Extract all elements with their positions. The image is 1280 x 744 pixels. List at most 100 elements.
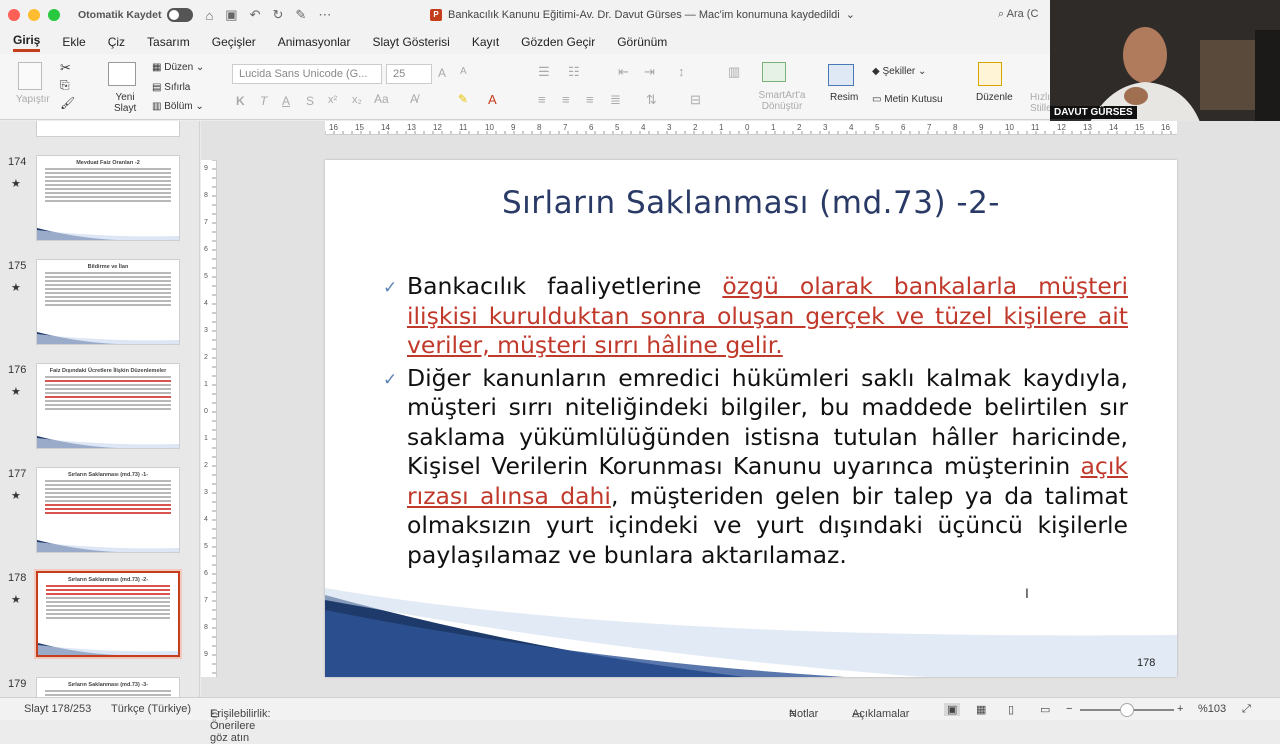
tab-4[interactable]: Geçişler xyxy=(212,35,256,49)
paste-button[interactable]: Yapıştır xyxy=(16,94,50,105)
tab-3[interactable]: Tasarım xyxy=(147,35,190,49)
align-left-icon[interactable]: ≡ xyxy=(538,92,546,107)
tab-7[interactable]: Kayıt xyxy=(472,35,499,49)
underline-icon[interactable]: A xyxy=(282,94,290,108)
search-box[interactable]: ⌕ Ara (C xyxy=(998,8,1038,21)
normal-view-icon[interactable]: ▣ xyxy=(944,703,961,716)
tab-2[interactable]: Çiz xyxy=(108,35,125,49)
thumbnail-text-line xyxy=(45,168,171,170)
tab-8[interactable]: Gözden Geçir xyxy=(521,35,595,49)
home-icon[interactable]: ⌂ xyxy=(205,8,213,23)
shrink-font-icon[interactable]: A xyxy=(460,66,467,77)
svg-text:12: 12 xyxy=(1057,123,1066,132)
picture-button[interactable]: Resim xyxy=(830,92,858,103)
quick-styles-button[interactable]: Hızlı Stiller xyxy=(1030,92,1050,114)
font-size-select[interactable]: 25 xyxy=(386,64,432,84)
slide-thumbnail[interactable]: Sırların Saklanması (md.73) -3- xyxy=(36,677,180,697)
tab-6[interactable]: Slayt Gösterisi xyxy=(372,35,449,49)
thumbnail-title: Sırların Saklanması (md.73) -1- xyxy=(67,472,149,478)
picture-icon[interactable] xyxy=(828,64,854,86)
format-painter-brush-icon[interactable]: 🖌 xyxy=(60,96,75,110)
smartart-icon[interactable] xyxy=(762,62,786,82)
bullets-icon[interactable]: ☰ xyxy=(538,64,550,80)
redo-icon[interactable]: ↻ xyxy=(273,7,284,23)
decorative-wave xyxy=(325,588,1177,677)
tab-0[interactable]: Giriş xyxy=(13,33,41,52)
save-icon[interactable]: ▣ xyxy=(225,7,237,23)
font-family-select[interactable]: Lucida Sans Unicode (G... xyxy=(232,64,382,84)
undo-icon[interactable]: ↶ xyxy=(250,7,261,23)
superscript-icon[interactable]: x² xyxy=(328,94,337,106)
change-case-icon[interactable]: Aa xyxy=(374,92,389,106)
numbering-icon[interactable]: ☷ xyxy=(568,64,580,80)
tab-1[interactable]: Ekle xyxy=(62,35,85,49)
autosave-toggle[interactable] xyxy=(167,8,194,22)
bold-icon[interactable]: K xyxy=(236,94,245,108)
slide-canvas[interactable]: Sırların Saklanması (md.73) -2- ✓ Bankacı… xyxy=(325,160,1177,677)
increase-indent-icon[interactable]: ⇥ xyxy=(644,64,655,80)
thumbnail-text-line xyxy=(45,200,171,202)
slide-thumbnail[interactable]: Sırların Saklanması (md.73) -2- xyxy=(36,571,180,657)
slide-title[interactable]: Sırların Saklanması (md.73) -2- xyxy=(325,185,1177,221)
svg-text:14: 14 xyxy=(381,123,390,132)
reset-button[interactable]: ▤ Sıfırla xyxy=(152,82,190,93)
slide-thumbnail[interactable]: Sırların Saklanması (md.73) -1- xyxy=(36,467,180,553)
new-slide-button[interactable]: Yeni Slayt xyxy=(114,92,136,114)
thumbnail-partial[interactable] xyxy=(36,121,180,137)
language-indicator[interactable]: Türkçe (Türkiye) xyxy=(111,703,191,715)
slide-thumbnail[interactable]: Mevduat Faiz Oranları -2 xyxy=(36,155,180,241)
close-window-button[interactable] xyxy=(8,9,20,21)
copy-icon[interactable]: ⎘ xyxy=(60,78,70,93)
svg-text:0: 0 xyxy=(745,123,750,132)
slide-thumbnail[interactable]: Bildirme ve İlan xyxy=(36,259,180,345)
new-slide-icon[interactable] xyxy=(108,62,136,86)
text-direction-icon[interactable]: ⇅ xyxy=(646,92,657,108)
align-text-icon[interactable]: ⊟ xyxy=(690,92,701,108)
svg-text:5: 5 xyxy=(204,273,208,280)
grow-font-icon[interactable]: A xyxy=(438,66,446,80)
text-cursor-icon: I xyxy=(1025,585,1029,601)
thumbnail-number: 174 xyxy=(8,156,27,168)
slide-thumbnail[interactable]: Faiz Dışındaki Ücretlere İlişkin Düzenle… xyxy=(36,363,180,449)
clear-format-icon[interactable]: A̸ xyxy=(410,92,418,106)
smartart-button[interactable]: SmartArt'a Dönüştür xyxy=(752,90,812,112)
fit-to-window-icon[interactable]: ⤢ xyxy=(1242,703,1251,716)
paste-icon[interactable] xyxy=(18,62,42,90)
line-spacing-icon[interactable]: ↕ xyxy=(678,64,685,79)
document-title[interactable]: P Bankacılık Kanunu Eğitimi-Av. Dr. Davu… xyxy=(430,8,855,21)
strikethrough-icon[interactable]: S xyxy=(306,94,314,108)
zoom-in-button[interactable]: + xyxy=(1177,703,1183,715)
highlight-icon[interactable]: ✎ xyxy=(458,92,468,106)
justify-icon[interactable]: ≣ xyxy=(610,92,621,108)
shapes-button[interactable]: ◆ Şekiller ⌄ xyxy=(872,66,926,77)
align-right-icon[interactable]: ≡ xyxy=(586,92,594,107)
zoom-slider-handle[interactable] xyxy=(1120,703,1134,717)
minimize-window-button[interactable] xyxy=(28,9,40,21)
layout-button[interactable]: ▦ Düzen ⌄ xyxy=(152,62,204,73)
slide-body[interactable]: ✓ Bankacılık faaliyetlerine özgü olarak b… xyxy=(383,272,1128,570)
slideshow-icon[interactable]: ▭ xyxy=(1040,703,1050,716)
arrange-icon[interactable] xyxy=(978,62,1002,86)
textbox-button[interactable]: ▭ Metin Kutusu xyxy=(872,94,943,105)
reading-view-icon[interactable]: ▯ xyxy=(1008,703,1014,716)
format-painter-icon[interactable]: ✎ xyxy=(295,7,306,23)
align-center-icon[interactable]: ≡ xyxy=(562,92,570,107)
subscript-icon[interactable]: x₂ xyxy=(352,94,362,106)
thumbnail-text-line xyxy=(45,284,171,286)
slide-thumbnail-pane[interactable]: 174 ★ Mevduat Faiz Oranları -2 175 ★ Bildirme… xyxy=(0,121,200,697)
zoom-level[interactable]: %103 xyxy=(1198,703,1226,715)
zoom-out-button[interactable]: − xyxy=(1066,703,1072,715)
slide-sorter-icon[interactable]: ▦ xyxy=(976,703,986,716)
more-icon[interactable]: ⋯ xyxy=(318,7,331,23)
section-button[interactable]: ▥ Bölüm ⌄ xyxy=(152,101,204,112)
font-color-icon[interactable]: A xyxy=(488,92,497,107)
tab-5[interactable]: Animasyonlar xyxy=(278,35,351,49)
zoom-window-button[interactable] xyxy=(48,9,60,21)
italic-icon[interactable]: T xyxy=(260,94,267,108)
tab-9[interactable]: Görünüm xyxy=(617,35,667,49)
cut-icon[interactable]: ✂ xyxy=(60,60,71,76)
columns-icon[interactable]: ▥ xyxy=(728,64,740,80)
decrease-indent-icon[interactable]: ⇤ xyxy=(618,64,629,80)
arrange-button[interactable]: Düzenle xyxy=(976,92,1013,103)
thumbnail-text-line xyxy=(45,488,171,490)
